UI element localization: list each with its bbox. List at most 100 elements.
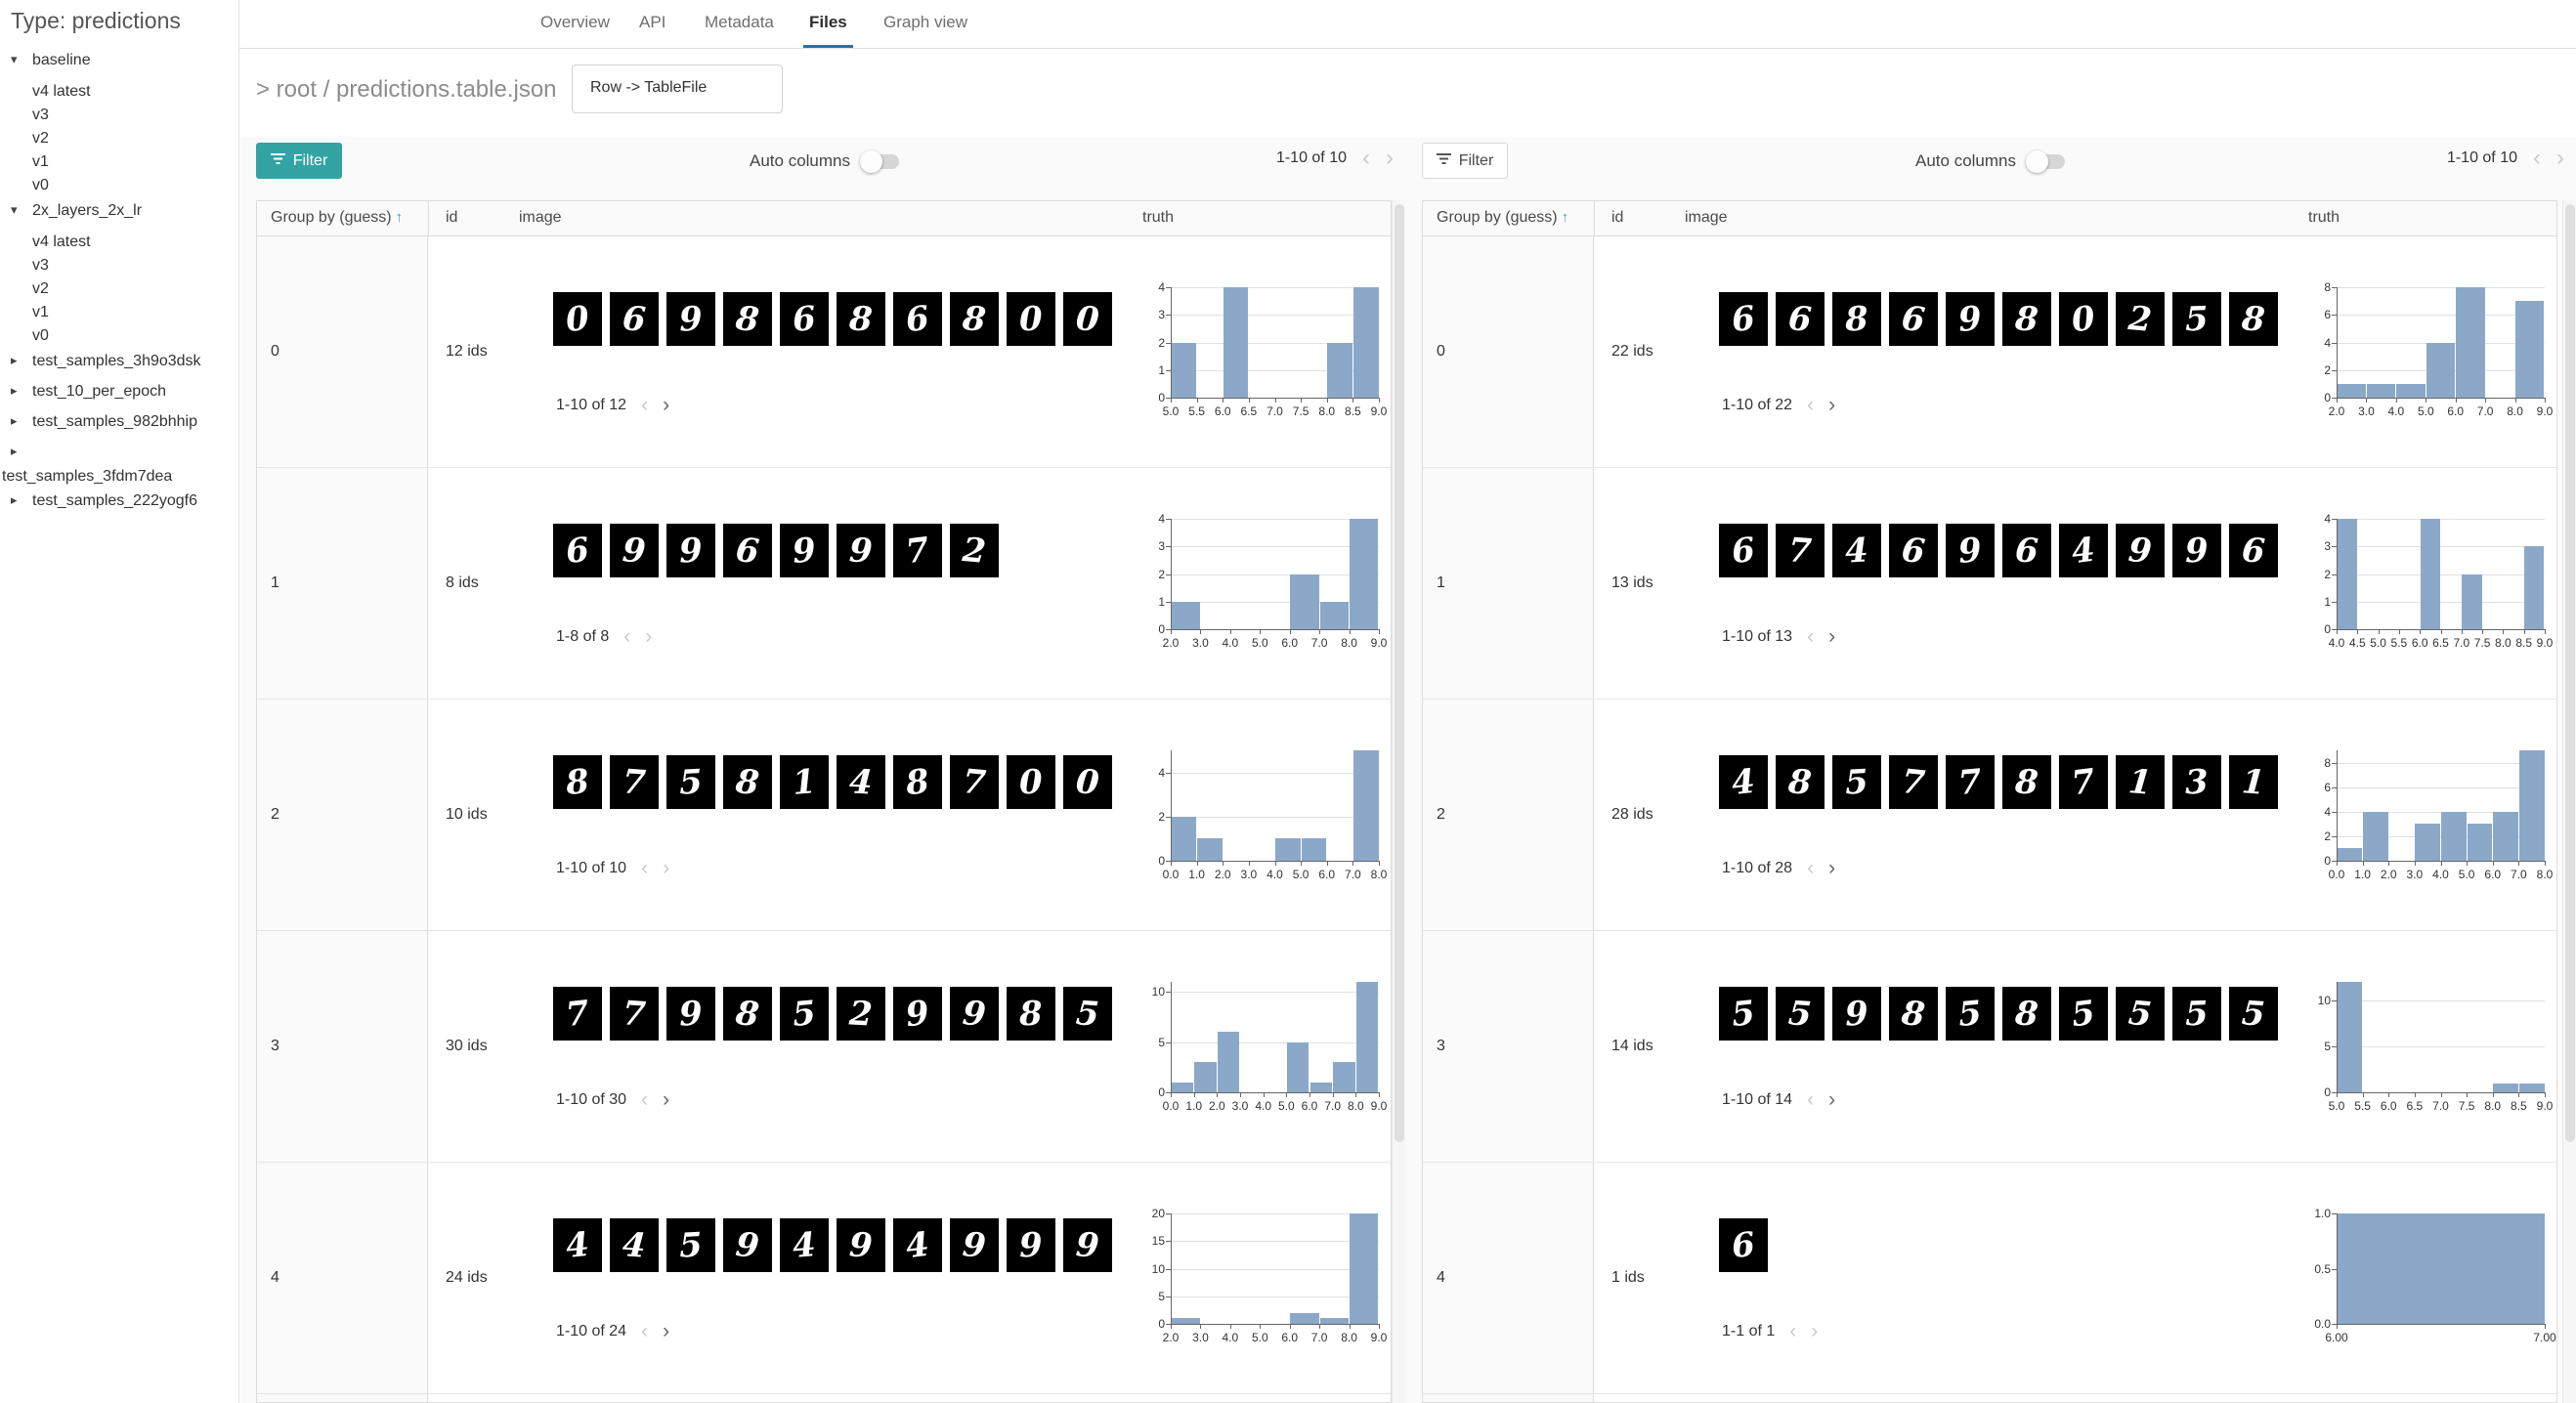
column-header-image[interactable]: image: [1685, 209, 1728, 227]
mnist-thumbnail[interactable]: 5: [1776, 987, 1825, 1041]
mnist-thumbnail[interactable]: 0: [1063, 755, 1112, 809]
scrollbar-thumb[interactable]: [1395, 204, 1404, 1142]
mnist-thumbnail[interactable]: 6: [2002, 524, 2051, 577]
mnist-thumbnail[interactable]: 0: [1007, 292, 1055, 346]
mnist-thumbnail[interactable]: 8: [1889, 987, 1938, 1041]
mnist-thumbnail[interactable]: 9: [1946, 292, 1995, 346]
mnist-thumbnail[interactable]: 5: [1946, 987, 1995, 1041]
mnist-thumbnail[interactable]: 9: [1007, 1218, 1055, 1272]
filter-button[interactable]: Filter: [1422, 143, 1508, 179]
mnist-thumbnail[interactable]: 6: [2229, 524, 2278, 577]
chevron-right-icon[interactable]: ›: [663, 1321, 669, 1341]
chevron-right-icon[interactable]: ›: [1828, 395, 1835, 415]
filter-button[interactable]: Filter: [256, 143, 342, 179]
mnist-thumbnail[interactable]: 7: [610, 755, 659, 809]
mnist-thumbnail[interactable]: 0: [1063, 292, 1112, 346]
mnist-thumbnail[interactable]: 0: [553, 292, 602, 346]
tab-overview[interactable]: Overview: [540, 13, 610, 32]
mnist-thumbnail[interactable]: 9: [1832, 987, 1881, 1041]
tree-node-test-samples-982bhhip[interactable]: ▸ test_samples_982bhhip: [0, 412, 239, 435]
mnist-thumbnail[interactable]: 8: [1832, 292, 1881, 346]
mnist-thumbnail[interactable]: 5: [1719, 987, 1768, 1041]
tab-graph-view[interactable]: Graph view: [883, 13, 967, 32]
mnist-thumbnail[interactable]: 7: [610, 987, 659, 1041]
mnist-thumbnail[interactable]: 2: [837, 987, 885, 1041]
mnist-thumbnail[interactable]: 7: [893, 524, 942, 577]
mnist-thumbnail[interactable]: 9: [723, 1218, 772, 1272]
tree-node-2x-layers-2x-lr[interactable]: ▾ 2x_layers_2x_lr: [0, 201, 239, 224]
mnist-thumbnail[interactable]: 7: [1946, 755, 1995, 809]
mnist-thumbnail[interactable]: 2: [950, 524, 999, 577]
mnist-thumbnail[interactable]: 8: [553, 755, 602, 809]
column-header-group[interactable]: Group by (guess) ↑: [271, 209, 403, 227]
mnist-thumbnail[interactable]: 5: [666, 1218, 715, 1272]
mnist-thumbnail[interactable]: 6: [1719, 292, 1768, 346]
column-header-id[interactable]: id: [1611, 209, 1623, 227]
mnist-thumbnail[interactable]: 8: [1007, 987, 1055, 1041]
column-header-image[interactable]: image: [519, 209, 562, 227]
tree-node-test-10-per-epoch[interactable]: ▸ test_10_per_epoch: [0, 382, 239, 404]
tree-version-v4[interactable]: v4 latest: [0, 233, 239, 255]
mnist-thumbnail[interactable]: 9: [2116, 524, 2165, 577]
mnist-thumbnail[interactable]: 4: [780, 1218, 829, 1272]
mnist-thumbnail[interactable]: 8: [723, 292, 772, 346]
mnist-thumbnail[interactable]: 9: [666, 987, 715, 1041]
tree-version-v1[interactable]: v1: [0, 152, 239, 175]
mnist-thumbnail[interactable]: 5: [2116, 987, 2165, 1041]
mnist-thumbnail[interactable]: 6: [1776, 292, 1825, 346]
chevron-right-icon[interactable]: ›: [1828, 1089, 1835, 1110]
mnist-thumbnail[interactable]: 8: [723, 755, 772, 809]
tab-api[interactable]: API: [639, 13, 665, 32]
tab-files[interactable]: Files: [803, 13, 853, 48]
chevron-right-icon[interactable]: ›: [663, 395, 669, 415]
mnist-thumbnail[interactable]: 9: [893, 987, 942, 1041]
mnist-thumbnail[interactable]: 4: [553, 1218, 602, 1272]
mnist-thumbnail[interactable]: 6: [780, 292, 829, 346]
tree-version-v0[interactable]: v0: [0, 324, 239, 349]
tree-version-v3[interactable]: v3: [0, 106, 239, 128]
column-header-truth[interactable]: truth: [1142, 209, 1174, 227]
auto-columns-toggle[interactable]: [860, 149, 899, 173]
mnist-thumbnail[interactable]: 6: [1889, 524, 1938, 577]
mnist-thumbnail[interactable]: 9: [837, 524, 885, 577]
mnist-thumbnail[interactable]: 5: [2172, 987, 2221, 1041]
mnist-thumbnail[interactable]: 9: [950, 987, 999, 1041]
mnist-thumbnail[interactable]: 6: [1719, 524, 1768, 577]
mnist-thumbnail[interactable]: 8: [2002, 755, 2051, 809]
mnist-thumbnail[interactable]: 0: [2059, 292, 2108, 346]
mnist-thumbnail[interactable]: 8: [2002, 987, 2051, 1041]
mnist-thumbnail[interactable]: 8: [893, 755, 942, 809]
mnist-thumbnail[interactable]: 7: [553, 987, 602, 1041]
mnist-thumbnail[interactable]: 5: [1832, 755, 1881, 809]
mnist-thumbnail[interactable]: 0: [1007, 755, 1055, 809]
mnist-thumbnail[interactable]: 1: [2116, 755, 2165, 809]
mnist-thumbnail[interactable]: 4: [1719, 755, 1768, 809]
tab-metadata[interactable]: Metadata: [705, 13, 774, 32]
mnist-thumbnail[interactable]: 9: [950, 1218, 999, 1272]
mnist-thumbnail[interactable]: 6: [1889, 292, 1938, 346]
mnist-thumbnail[interactable]: 5: [2229, 987, 2278, 1041]
mnist-thumbnail[interactable]: 5: [666, 755, 715, 809]
mnist-thumbnail[interactable]: 4: [610, 1218, 659, 1272]
mnist-thumbnail[interactable]: 9: [780, 524, 829, 577]
mnist-thumbnail[interactable]: 5: [2172, 292, 2221, 346]
tree-node-test-samples-3h9o3dsk[interactable]: ▸ test_samples_3h9o3dsk: [0, 352, 239, 374]
mnist-thumbnail[interactable]: 6: [610, 292, 659, 346]
tree-version-v2[interactable]: v2: [0, 129, 239, 151]
mnist-thumbnail[interactable]: 8: [2229, 292, 2278, 346]
mnist-thumbnail[interactable]: 5: [1063, 987, 1112, 1041]
mnist-thumbnail[interactable]: 6: [1719, 1218, 1768, 1272]
mnist-thumbnail[interactable]: 3: [2172, 755, 2221, 809]
mnist-thumbnail[interactable]: 8: [723, 987, 772, 1041]
mnist-thumbnail[interactable]: 9: [837, 1218, 885, 1272]
mnist-thumbnail[interactable]: 4: [1832, 524, 1881, 577]
mnist-thumbnail[interactable]: 8: [1776, 755, 1825, 809]
chevron-right-icon[interactable]: ›: [663, 1089, 669, 1110]
tree-version-v2[interactable]: v2: [0, 279, 239, 302]
column-header-group[interactable]: Group by (guess) ↑: [1437, 209, 1568, 227]
mnist-thumbnail[interactable]: 5: [780, 987, 829, 1041]
row-view-select[interactable]: Row -> TableFile: [572, 64, 783, 113]
tree-version-v3[interactable]: v3: [0, 256, 239, 278]
mnist-thumbnail[interactable]: 8: [950, 292, 999, 346]
mnist-thumbnail[interactable]: 8: [837, 292, 885, 346]
